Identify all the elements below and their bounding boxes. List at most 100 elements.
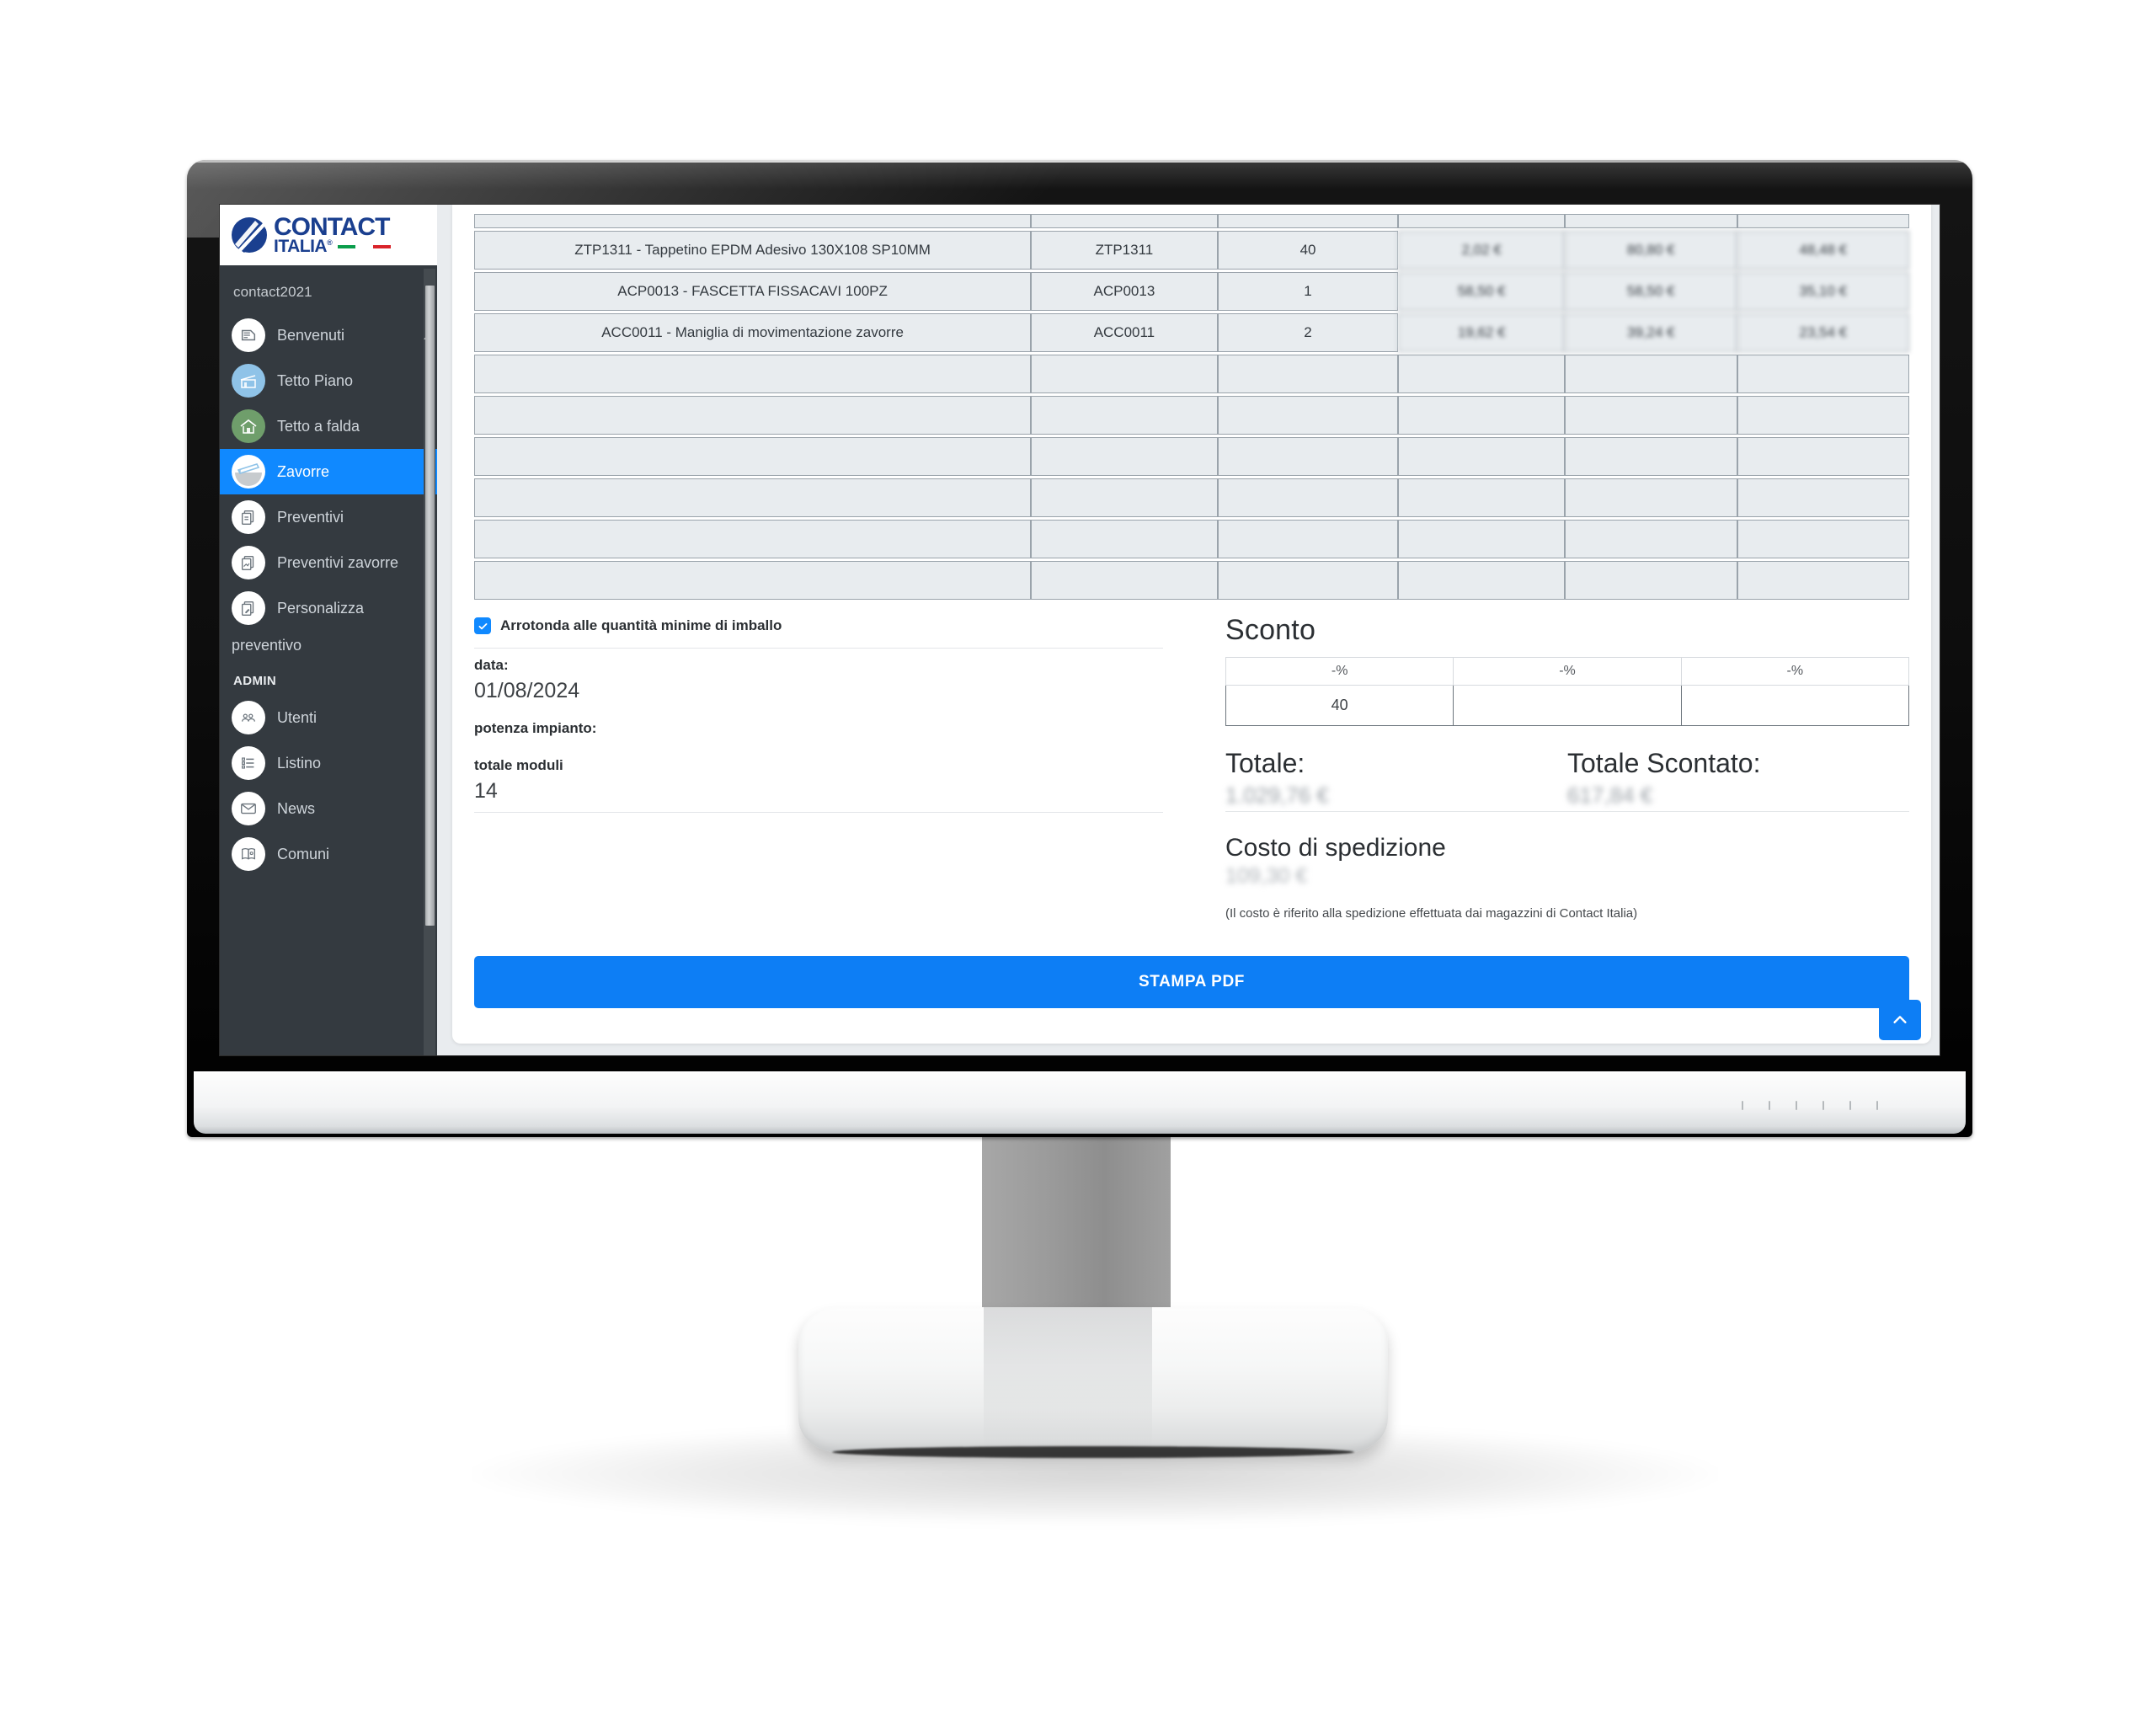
discount-header-cell: -%	[1225, 657, 1454, 686]
roundup-checkbox-label: Arrotonda alle quantità minime di imball…	[500, 617, 782, 633]
cell-quantity[interactable]: 40	[1217, 231, 1399, 270]
cell-code	[1031, 355, 1218, 393]
sidebar-item-benvenuti[interactable]: Benvenuti	[220, 312, 437, 358]
table-row-empty[interactable]	[474, 561, 1909, 600]
discounted-total-block: Totale Scontato: 617,84 €	[1567, 748, 1909, 811]
total-block: Totale: 1.029,76 €	[1225, 748, 1567, 811]
cell-total-price: 80,80 €	[1565, 231, 1737, 270]
cell-unit-price	[1398, 396, 1566, 435]
list-icon	[232, 746, 265, 780]
cell-code: ZTP1311	[1031, 231, 1218, 270]
cell-net-price	[1737, 520, 1909, 558]
discount-title: Sconto	[1225, 614, 1316, 646]
table-row-empty[interactable]	[474, 478, 1909, 517]
items-table: ZTP1311 - Tappetino EPDM Adesivo 130X108…	[474, 211, 1909, 602]
stampa-pdf-button[interactable]: STAMPA PDF	[474, 956, 1909, 1008]
field-label: data:	[474, 657, 509, 673]
sidebar-item-label: Zavorre	[277, 462, 330, 480]
documents-icon	[232, 500, 265, 534]
cell-total-price	[1565, 478, 1737, 517]
table-row[interactable]: ZTP1311 - Tappetino EPDM Adesivo 130X108…	[474, 231, 1909, 270]
sidebar-item-label: Benvenuti	[277, 326, 345, 344]
table-row-partial	[474, 214, 1909, 228]
cell-net-price	[1737, 561, 1909, 600]
cell-description	[474, 396, 1032, 435]
sidebar-item-zavorre[interactable]: Zavorre	[220, 449, 437, 494]
sidebar-item-listino[interactable]: Listino	[220, 740, 437, 786]
table-row-empty[interactable]	[474, 437, 1909, 476]
brand-wordmark: CONTACT ITALIA®	[274, 214, 392, 255]
table-row-empty[interactable]	[474, 396, 1909, 435]
flag-green-bar	[338, 244, 356, 248]
table-row-empty[interactable]	[474, 520, 1909, 558]
sidebar-item-label: Personalizza	[277, 599, 365, 617]
cell-net-price: 23,54 €	[1737, 313, 1909, 352]
app-window: CONTACT ITALIA® contact2021 Benvenuti Te…	[220, 205, 1940, 1055]
cell-total-price	[1565, 520, 1737, 558]
field-value: 14	[474, 779, 498, 803]
total-value: 1.029,76 €	[1225, 782, 1329, 808]
discount-input-3[interactable]	[1680, 685, 1910, 726]
sidebar-item-utenti[interactable]: Utenti	[220, 695, 437, 740]
sidebar-item-personalizza-preventivo[interactable]: Personalizza preventivo	[220, 585, 437, 660]
sidebar-item-comuni[interactable]: Comuni	[220, 831, 437, 877]
users-icon	[232, 701, 265, 734]
sidebar-item-preventivi-zavorre[interactable]: Preventivi zavorre	[220, 540, 437, 585]
cell-code	[1031, 561, 1218, 600]
cell-total-price	[1565, 561, 1737, 600]
cell-quantity[interactable]: 1	[1217, 272, 1399, 311]
cell-total-price: 58,50 €	[1565, 272, 1737, 311]
cell-unit-price	[1398, 478, 1566, 517]
cell-quantity[interactable]	[1217, 437, 1399, 476]
cell-description: ACC0011 - Maniglia di movimentazione zav…	[474, 313, 1032, 352]
cell-net-price: 48,48 €	[1737, 231, 1909, 270]
cell-description	[474, 520, 1032, 558]
discount-value-row: 40	[1225, 685, 1910, 726]
cell-quantity[interactable]	[1217, 520, 1399, 558]
cell-total-price: 39,24 €	[1565, 313, 1737, 352]
discount-input-1[interactable]: 40	[1225, 685, 1454, 726]
sidebar-item-news[interactable]: News	[220, 786, 437, 831]
monitor-bottom-bezel	[194, 1071, 1966, 1134]
sidebar-item-label-continued: preventivo	[232, 637, 302, 654]
totals-row: Totale: 1.029,76 € Totale Scontato: 617,…	[1225, 748, 1909, 811]
scroll-to-top-button[interactable]	[1879, 1000, 1921, 1040]
cell-quantity[interactable]	[1217, 396, 1399, 435]
cell-unit-price	[1398, 355, 1566, 393]
field-value: 01/08/2024	[474, 679, 580, 702]
discount-input-2[interactable]	[1453, 685, 1682, 726]
roundup-checkbox[interactable]	[474, 617, 491, 634]
flag-red-bar	[373, 244, 392, 248]
screen: CONTACT ITALIA® contact2021 Benvenuti Te…	[219, 204, 1940, 1056]
sidebar-username: contact2021	[233, 284, 312, 300]
cell-description: ZTP1311 - Tappetino EPDM Adesivo 130X108…	[474, 231, 1032, 270]
mail-icon	[232, 792, 265, 825]
cell-quantity[interactable]	[1217, 561, 1399, 600]
cell-quantity[interactable]: 2	[1217, 313, 1399, 352]
table-row[interactable]: ACP0013 - FASCETTA FISSACAVI 100PZ ACP001…	[474, 272, 1909, 311]
welcome-icon	[232, 318, 265, 352]
total-label: Totale:	[1225, 748, 1305, 778]
field-totale-moduli: totale moduli 14	[474, 749, 1163, 804]
cell-quantity[interactable]	[1217, 355, 1399, 393]
cell-unit-price: 58,50 €	[1398, 272, 1566, 311]
sidebar-item-preventivi[interactable]: Preventivi	[220, 494, 437, 540]
field-value	[474, 742, 1163, 745]
cell-unit-price: 19,62 €	[1398, 313, 1566, 352]
cell-description	[474, 478, 1032, 517]
roundup-checkbox-row[interactable]: Arrotonda alle quantità minime di imball…	[474, 614, 1163, 648]
table-row[interactable]: ACC0011 - Maniglia di movimentazione zav…	[474, 313, 1909, 352]
cell-quantity[interactable]	[1217, 478, 1399, 517]
cell-total-price	[1565, 437, 1737, 476]
ballast-icon	[232, 455, 265, 489]
sidebar-scrollbar-thumb[interactable]	[425, 286, 435, 926]
brand-logo: CONTACT ITALIA®	[230, 214, 392, 255]
sidebar-item-tetto-piano[interactable]: Tetto Piano	[220, 358, 437, 403]
sidebar-item-tetto-a-falda[interactable]: Tetto a falda	[220, 403, 437, 449]
cell-code: ACP0013	[1031, 272, 1218, 311]
cell-code	[1031, 437, 1218, 476]
summary-right-column: Sconto -% -% -% 40 Totale: 1.029,76 € To…	[1192, 614, 1910, 921]
table-row-empty[interactable]	[474, 355, 1909, 393]
main-content: ZTP1311 - Tappetino EPDM Adesivo 130X108…	[437, 205, 1940, 1055]
sidebar-scroll-area: contact2021 Benvenuti Tetto Piano Tetto …	[220, 265, 437, 1055]
